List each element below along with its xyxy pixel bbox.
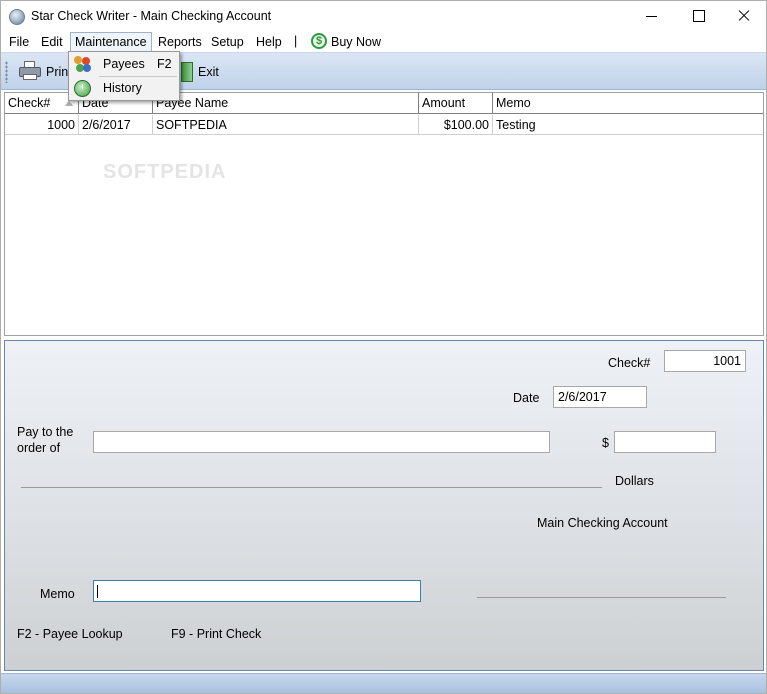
- amount-words-line: [21, 487, 602, 488]
- check-panel: Check# 1001 Date 2/6/2017 Pay to the ord…: [4, 340, 764, 671]
- printer-icon: [19, 61, 41, 81]
- menu-setup[interactable]: Setup: [207, 33, 248, 51]
- exit-label: Exit: [198, 65, 219, 79]
- watermark-text: SOFTPEDIA: [103, 161, 227, 183]
- menu-buy-now[interactable]: Buy Now: [327, 33, 385, 51]
- cell-amount: $100.00: [419, 115, 493, 135]
- table-row[interactable]: 1000 2/6/2017 SOFTPEDIA $100.00 Testing: [5, 115, 763, 135]
- minimize-button[interactable]: [628, 1, 674, 31]
- account-name: Main Checking Account: [537, 516, 668, 530]
- signature-line: [477, 597, 726, 598]
- column-header-payee[interactable]: Payee Name: [153, 93, 419, 114]
- cell-memo: Testing: [496, 118, 536, 132]
- check-number-label: Check#: [608, 356, 651, 370]
- column-header-amount[interactable]: Amount: [419, 93, 493, 114]
- app-window: Star Check Writer - Main Checking Accoun…: [0, 0, 767, 694]
- memo-field[interactable]: [93, 580, 421, 602]
- maintenance-dropdown: Payees F2 History: [68, 51, 180, 101]
- maximize-button[interactable]: [675, 1, 721, 31]
- history-icon: [74, 80, 91, 97]
- pay-to-label-line2: order of: [17, 441, 61, 455]
- menu-separator: |: [294, 34, 298, 48]
- status-bar: [1, 673, 766, 693]
- pay-to-label-line1: Pay to the: [17, 425, 74, 439]
- menu-bar: File Edit Maintenance Reports Setup Help…: [1, 31, 766, 52]
- window-title: Star Check Writer - Main Checking Accoun…: [31, 9, 272, 23]
- dropdown-item-history[interactable]: History: [70, 77, 178, 100]
- column-header-memo[interactable]: Memo: [493, 93, 763, 114]
- menu-edit[interactable]: Edit: [37, 33, 67, 51]
- amount-field[interactable]: [614, 431, 716, 453]
- text-caret: [97, 585, 98, 598]
- dropdown-item-payees[interactable]: Payees F2: [70, 53, 178, 76]
- exit-door-icon: [181, 62, 193, 82]
- payee-field[interactable]: [93, 431, 550, 453]
- exit-button[interactable]: Exit: [181, 59, 226, 85]
- cell-check: 1000: [5, 115, 79, 135]
- payees-icon: [74, 56, 91, 73]
- app-logo-icon: [9, 9, 25, 25]
- menu-reports[interactable]: Reports: [154, 33, 206, 51]
- toolbar-grip[interactable]: [5, 61, 8, 83]
- hint-payee-lookup: F2 - Payee Lookup: [17, 627, 123, 641]
- checks-table[interactable]: Check# Date Payee Name Amount Memo 1000 …: [4, 92, 764, 336]
- cell-payee: SOFTPEDIA: [153, 115, 419, 135]
- menu-maintenance[interactable]: Maintenance: [70, 32, 152, 52]
- hint-print-check: F9 - Print Check: [171, 627, 262, 641]
- menu-help[interactable]: Help: [252, 33, 286, 51]
- close-button[interactable]: [721, 1, 767, 31]
- date-label: Date: [513, 391, 540, 405]
- menu-file[interactable]: File: [5, 33, 33, 51]
- dropdown-shortcut-payees: F2: [157, 57, 172, 71]
- dollar-icon[interactable]: $: [311, 33, 327, 49]
- dollars-label: Dollars: [615, 474, 654, 488]
- check-number-field[interactable]: 1001: [664, 350, 746, 372]
- title-bar: Star Check Writer - Main Checking Accoun…: [1, 1, 766, 31]
- date-field[interactable]: 2/6/2017: [553, 386, 647, 408]
- cell-date: 2/6/2017: [79, 115, 153, 135]
- dropdown-label-history: History: [103, 81, 142, 95]
- dollar-sign-label: $: [602, 436, 609, 450]
- memo-label: Memo: [40, 587, 75, 601]
- dropdown-label-payees: Payees: [103, 57, 145, 71]
